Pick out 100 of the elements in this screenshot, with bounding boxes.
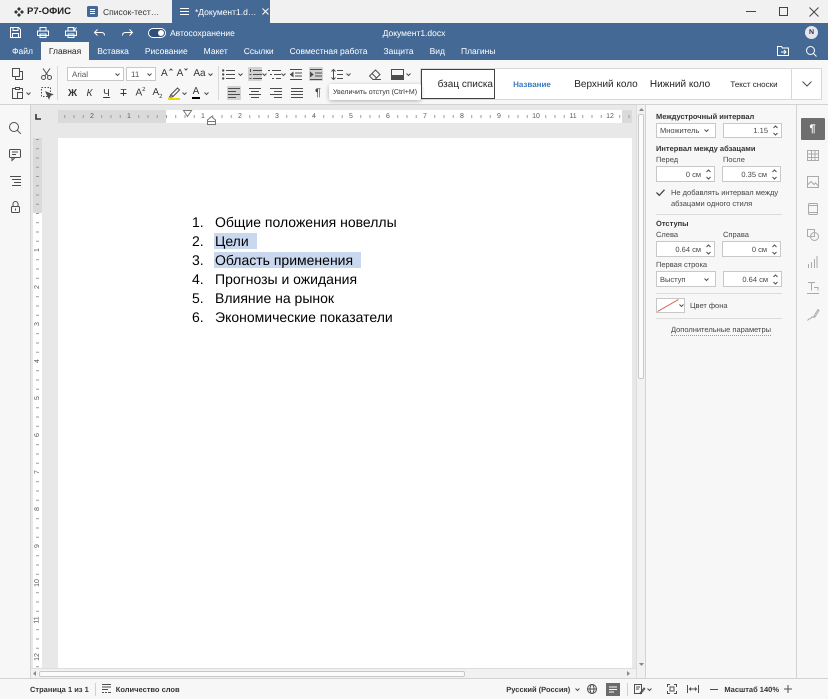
scroll-down-icon[interactable] <box>638 663 644 666</box>
lock-icon[interactable] <box>10 201 20 213</box>
menu-tab[interactable]: Вставка <box>89 42 137 60</box>
caret-icon[interactable] <box>182 92 187 94</box>
list-item-text: Прогнозы и ожидания <box>214 270 358 286</box>
strikethrough-button[interactable]: Т <box>115 85 132 101</box>
document-tab[interactable]: Список-тест… <box>78 0 170 23</box>
align-right-button[interactable] <box>269 86 283 100</box>
save-icon[interactable] <box>10 27 20 38</box>
caret-icon[interactable] <box>647 688 652 690</box>
hanging-indent-icon[interactable] <box>207 116 216 125</box>
comment-icon[interactable] <box>9 149 21 161</box>
caret-icon[interactable] <box>346 72 351 76</box>
fit-width-icon[interactable] <box>687 685 700 693</box>
menu-tab[interactable]: Защита <box>375 42 422 60</box>
spin-arrows-icon[interactable] <box>773 125 778 136</box>
menu-tab[interactable]: Рисование <box>136 42 196 60</box>
bullets-button[interactable] <box>221 67 235 81</box>
caret-icon[interactable] <box>238 72 243 76</box>
align-center-button[interactable] <box>248 86 262 100</box>
menu-tab[interactable]: Главная <box>40 42 90 60</box>
font-size-field[interactable]: 11 <box>126 67 156 81</box>
scroll-left-icon[interactable] <box>33 671 36 676</box>
align-left-button[interactable] <box>227 86 241 100</box>
checkbox[interactable] <box>656 189 665 196</box>
paste-icon[interactable] <box>12 87 22 99</box>
globe-icon[interactable] <box>587 684 598 694</box>
autosave-switch[interactable] <box>148 28 166 38</box>
multilevel-list-icon <box>268 68 280 80</box>
copy-icon[interactable] <box>12 68 22 80</box>
list-item-text: Общие положения новеллы <box>214 214 398 230</box>
menu-tab[interactable]: Файл <box>4 42 41 60</box>
menu-tab[interactable]: Вид <box>422 42 453 60</box>
vertical-scrollbar-thumb[interactable] <box>638 114 644 379</box>
navigation-icon[interactable] <box>10 176 20 186</box>
caret-icon[interactable] <box>26 92 31 94</box>
document-tab[interactable]: *Документ1.d… <box>172 0 270 23</box>
font-color-button[interactable]: A <box>192 87 200 99</box>
bold-button[interactable]: Ж <box>64 85 81 101</box>
maximize-icon[interactable] <box>779 7 788 16</box>
scissors-icon[interactable] <box>40 68 52 80</box>
search-icon[interactable] <box>806 46 816 56</box>
caret-icon[interactable] <box>204 92 209 94</box>
spin-arrows-icon[interactable] <box>706 244 711 254</box>
spell-check-icon[interactable] <box>606 682 620 696</box>
italic-button[interactable]: К <box>81 85 98 101</box>
close-icon[interactable] <box>809 6 819 16</box>
subscript-button[interactable]: A$_{2}$ <box>149 85 166 101</box>
open-folder-icon[interactable] <box>777 46 789 56</box>
spin-arrows-icon[interactable] <box>706 168 711 180</box>
undo-icon[interactable] <box>94 29 104 36</box>
minimize-icon[interactable] <box>746 11 756 12</box>
caret-icon[interactable] <box>406 72 411 76</box>
menu-tab[interactable]: Совместная работа <box>282 42 376 60</box>
font-name-field[interactable]: Arial <box>67 67 124 81</box>
spin-arrows-icon[interactable] <box>772 168 777 180</box>
paragraph-settings-tab[interactable]: ¶ <box>800 118 824 140</box>
tab-stop-icon[interactable] <box>35 114 41 120</box>
nonprinting-characters-button[interactable]: ¶ <box>311 86 325 100</box>
superscript-button[interactable]: A$^{2}$ <box>132 85 149 101</box>
select-all-icon[interactable] <box>41 87 53 99</box>
decrease-indent-button[interactable] <box>289 67 303 81</box>
search-icon[interactable] <box>9 122 21 134</box>
fit-page-icon[interactable] <box>667 684 678 694</box>
redo-icon[interactable] <box>122 29 132 36</box>
menu-tab[interactable]: Ссылки <box>236 42 282 60</box>
increase-indent-button[interactable] <box>309 67 323 81</box>
increase-font-size-button[interactable]: A <box>161 68 173 80</box>
multilevel-list-button[interactable] <box>267 67 281 81</box>
zoom-in-icon[interactable] <box>784 685 792 693</box>
scroll-right-icon[interactable] <box>627 671 630 676</box>
change-case-button[interactable]: Aa <box>193 68 213 80</box>
spin-arrows-icon[interactable] <box>772 244 777 254</box>
caret-icon[interactable] <box>262 72 267 76</box>
menu-tab[interactable]: Макет <box>196 42 236 60</box>
horizontal-scrollbar-thumb[interactable] <box>39 670 465 676</box>
menu-lines-icon <box>180 8 189 15</box>
decrease-font-size-button[interactable]: A <box>176 68 188 80</box>
style-preset[interactable]: Нижний коло <box>643 69 717 99</box>
background-color-picker[interactable] <box>656 298 685 313</box>
style-preset[interactable]: Текст сноски <box>717 69 791 99</box>
style-preset[interactable]: бзац списка <box>421 69 495 99</box>
quick-print-icon[interactable] <box>65 27 77 38</box>
shading-icon[interactable] <box>390 68 404 80</box>
highlighter-icon[interactable] <box>168 86 180 100</box>
justify-button[interactable] <box>290 86 304 100</box>
print-icon[interactable] <box>37 27 49 38</box>
numbering-button[interactable] <box>248 67 262 81</box>
spin-arrows-icon[interactable] <box>773 274 778 284</box>
track-changes-icon[interactable] <box>634 684 646 694</box>
menu-tab[interactable]: Плагины <box>452 42 504 60</box>
underline-button[interactable]: Ч <box>98 85 115 101</box>
caret-icon[interactable] <box>281 72 286 76</box>
first-line-indent-icon[interactable] <box>183 110 192 117</box>
style-preset[interactable]: Название <box>495 69 569 99</box>
style-preset[interactable]: Верхний коло <box>569 69 643 99</box>
eraser-icon[interactable] <box>369 68 381 80</box>
line-spacing-icon[interactable] <box>331 68 343 80</box>
autosave-label: Автосохранение <box>170 28 235 38</box>
scroll-up-icon[interactable] <box>638 108 644 111</box>
